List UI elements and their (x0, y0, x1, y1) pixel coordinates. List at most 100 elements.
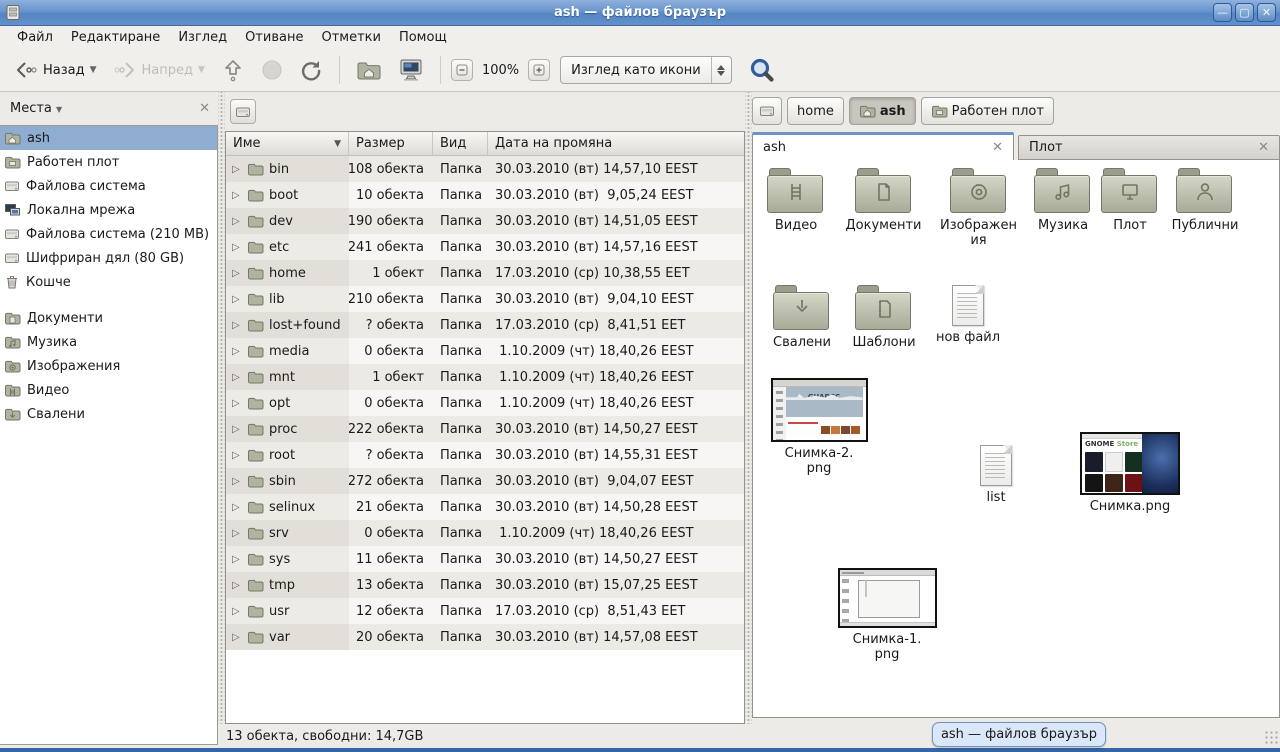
expander-icon[interactable]: ▷ (232, 528, 242, 539)
icon-view-item-документи[interactable]: Документи (836, 168, 931, 233)
reload-button[interactable] (293, 54, 329, 86)
back-dropdown-icon[interactable]: ▼ (90, 65, 97, 75)
minimize-button[interactable]: — (1213, 3, 1232, 22)
column-header-date[interactable]: Дата на промяна (488, 132, 744, 155)
expander-icon[interactable]: ▷ (232, 372, 242, 383)
table-row[interactable]: ▷etc 241 обекта Папка 30.03.2010 (вт) 14… (226, 234, 744, 260)
sidebar-item-видео[interactable]: Видео (0, 378, 217, 402)
table-row[interactable]: ▷proc 222 обекта Папка 30.03.2010 (вт) 1… (226, 416, 744, 442)
sidebar-item-файлова-система[interactable]: Файлова система (0, 174, 217, 198)
expander-icon[interactable]: ▷ (232, 580, 242, 591)
expander-icon[interactable]: ▷ (232, 164, 242, 175)
sidebar-splitter[interactable] (218, 92, 225, 748)
column-header-size[interactable]: Размер (349, 132, 433, 155)
icon-view-item-изображения[interactable]: Изображения (931, 168, 1026, 248)
expander-icon[interactable]: ▷ (232, 554, 242, 565)
expander-icon[interactable]: ▷ (232, 242, 242, 253)
tab-ash[interactable]: ash ✕ (752, 132, 1014, 160)
sidebar-item-шифриран-дял-80-gb-[interactable]: Шифриран дял (80 GB) (0, 246, 217, 270)
path-button-home[interactable]: home (787, 97, 844, 125)
sidebar-item-музика[interactable]: Музика (0, 330, 217, 354)
expander-icon[interactable]: ▷ (232, 450, 242, 461)
sidebar-item-изображения[interactable]: Изображения (0, 354, 217, 378)
sidebar-item-ash[interactable]: ash (0, 126, 217, 150)
path-button-root[interactable] (752, 97, 782, 125)
expander-icon[interactable]: ▷ (232, 294, 242, 305)
expander-icon[interactable]: ▷ (232, 502, 242, 513)
menu-item-изглед[interactable]: Изглед (169, 28, 236, 47)
expander-icon[interactable]: ▷ (232, 268, 242, 279)
menu-item-редактиране[interactable]: Редактиране (62, 28, 169, 47)
tab-close-icon[interactable]: ✕ (1258, 140, 1269, 155)
expander-icon[interactable]: ▷ (232, 424, 242, 435)
table-row[interactable]: ▷sys 11 обекта Папка 30.03.2010 (вт) 14,… (226, 546, 744, 572)
sidebar-item-файлова-система-210-mb-[interactable]: Файлова система (210 MB) (0, 222, 217, 246)
table-row[interactable]: ▷dev 190 обекта Папка 30.03.2010 (вт) 14… (226, 208, 744, 234)
sidebar-item-локална-мрежа[interactable]: Локална мрежа (0, 198, 217, 222)
close-button[interactable]: ✕ (1257, 3, 1276, 22)
table-row[interactable]: ▷media 0 обекта Папка 1.10.2009 (чт) 18,… (226, 338, 744, 364)
sidebar-item-работен-плот[interactable]: Работен плот (0, 150, 217, 174)
icon-view-item-свалени[interactable]: Свалени (759, 285, 845, 350)
table-row[interactable]: ▷var 20 обекта Папка 30.03.2010 (вт) 14,… (226, 624, 744, 650)
zoom-out-button[interactable] (451, 59, 473, 81)
table-row[interactable]: ▷srv 0 обекта Папка 1.10.2009 (чт) 18,40… (226, 520, 744, 546)
table-row[interactable]: ▷home 1 обект Папка 17.03.2010 (ср) 10,3… (226, 260, 744, 286)
maximize-button[interactable]: ▢ (1235, 3, 1254, 22)
forward-button[interactable]: Напред ▼ (107, 56, 211, 84)
menu-item-отиване[interactable]: Отиване (236, 28, 312, 47)
table-row[interactable]: ▷bin 108 обекта Папка 30.03.2010 (вт) 14… (226, 156, 744, 182)
icon-view-item-плот[interactable]: Плот (1091, 168, 1169, 233)
expander-icon[interactable]: ▷ (232, 632, 242, 643)
table-row[interactable]: ▷mnt 1 обект Папка 1.10.2009 (чт) 18,40,… (226, 364, 744, 390)
table-row[interactable]: ▷selinux 21 обекта Папка 30.03.2010 (вт)… (226, 494, 744, 520)
expander-icon[interactable]: ▷ (232, 216, 242, 227)
path-button-работен-плот[interactable]: Работен плот (921, 97, 1054, 125)
table-row[interactable]: ▷opt 0 обекта Папка 1.10.2009 (чт) 18,40… (226, 390, 744, 416)
view-mode-select[interactable]: Изглед като икони (560, 56, 732, 84)
sidebar-item-кошче[interactable]: Кошче (0, 270, 217, 294)
table-row[interactable]: ▷tmp 13 обекта Папка 30.03.2010 (вт) 15,… (226, 572, 744, 598)
expander-icon[interactable]: ▷ (232, 320, 242, 331)
table-row[interactable]: ▷boot 10 обекта Папка 30.03.2010 (вт) 9,… (226, 182, 744, 208)
expander-icon[interactable]: ▷ (232, 398, 242, 409)
forward-dropdown-icon[interactable]: ▼ (198, 65, 205, 75)
icon-view-item-снимка-2.png[interactable]: GUADEC Снимка-2.png (769, 378, 869, 476)
table-row[interactable]: ▷usr 12 обекта Папка 17.03.2010 (ср) 8,5… (226, 598, 744, 624)
menu-item-файл[interactable]: Файл (8, 28, 62, 47)
menu-item-отметки[interactable]: Отметки (312, 28, 389, 47)
stop-button[interactable] (255, 55, 289, 85)
icon-view-item-снимка.png[interactable]: GNOME Store Снимка.png (1078, 432, 1182, 514)
resize-grip[interactable] (1264, 730, 1278, 744)
expander-icon[interactable]: ▷ (232, 476, 242, 487)
table-row[interactable]: ▷root ? обекта Папка 30.03.2010 (вт) 14,… (226, 442, 744, 468)
icon-view-item-видео[interactable]: Видео (754, 168, 838, 233)
zoom-in-button[interactable] (528, 59, 550, 81)
icon-view-item-публични[interactable]: Публични (1159, 168, 1251, 233)
column-header-name[interactable]: Име▼ (226, 132, 349, 155)
pane-splitter[interactable] (745, 92, 752, 748)
table-row[interactable]: ▷sbin 272 обекта Папка 30.03.2010 (вт) 9… (226, 468, 744, 494)
home-button[interactable] (350, 55, 388, 85)
menu-item-помощ[interactable]: Помощ (390, 28, 456, 47)
expander-icon[interactable]: ▷ (232, 606, 242, 617)
icon-view-item-list[interactable]: list (966, 445, 1026, 505)
pathbar-root-button[interactable] (230, 99, 256, 124)
icon-view-item-нов-файл[interactable]: нов файл (925, 285, 1011, 345)
tab-plot[interactable]: Плот ✕ (1018, 135, 1280, 160)
column-header-kind[interactable]: Вид (433, 132, 488, 155)
path-button-ash[interactable]: ash (849, 97, 916, 125)
expander-icon[interactable]: ▷ (232, 346, 242, 357)
search-button[interactable] (742, 53, 782, 87)
sidebar-title[interactable]: Места ▼ (10, 101, 62, 116)
sidebar-item-свалени[interactable]: Свалени (0, 402, 217, 426)
table-row[interactable]: ▷lib 210 обекта Папка 30.03.2010 (вт) 9,… (226, 286, 744, 312)
back-button[interactable]: Назад ▼ (8, 56, 103, 84)
icon-view-item-шаблони[interactable]: Шаблони (841, 285, 927, 350)
tab-close-icon[interactable]: ✕ (992, 140, 1003, 155)
sidebar-close-icon[interactable]: ✕ (199, 101, 210, 116)
table-row[interactable]: ▷lost+found ? обекта Папка 17.03.2010 (с… (226, 312, 744, 338)
computer-button[interactable] (392, 54, 430, 86)
icon-view-item-снимка-1.png[interactable]: Снимка-1.png (835, 568, 939, 662)
sidebar-item-документи[interactable]: Документи (0, 306, 217, 330)
